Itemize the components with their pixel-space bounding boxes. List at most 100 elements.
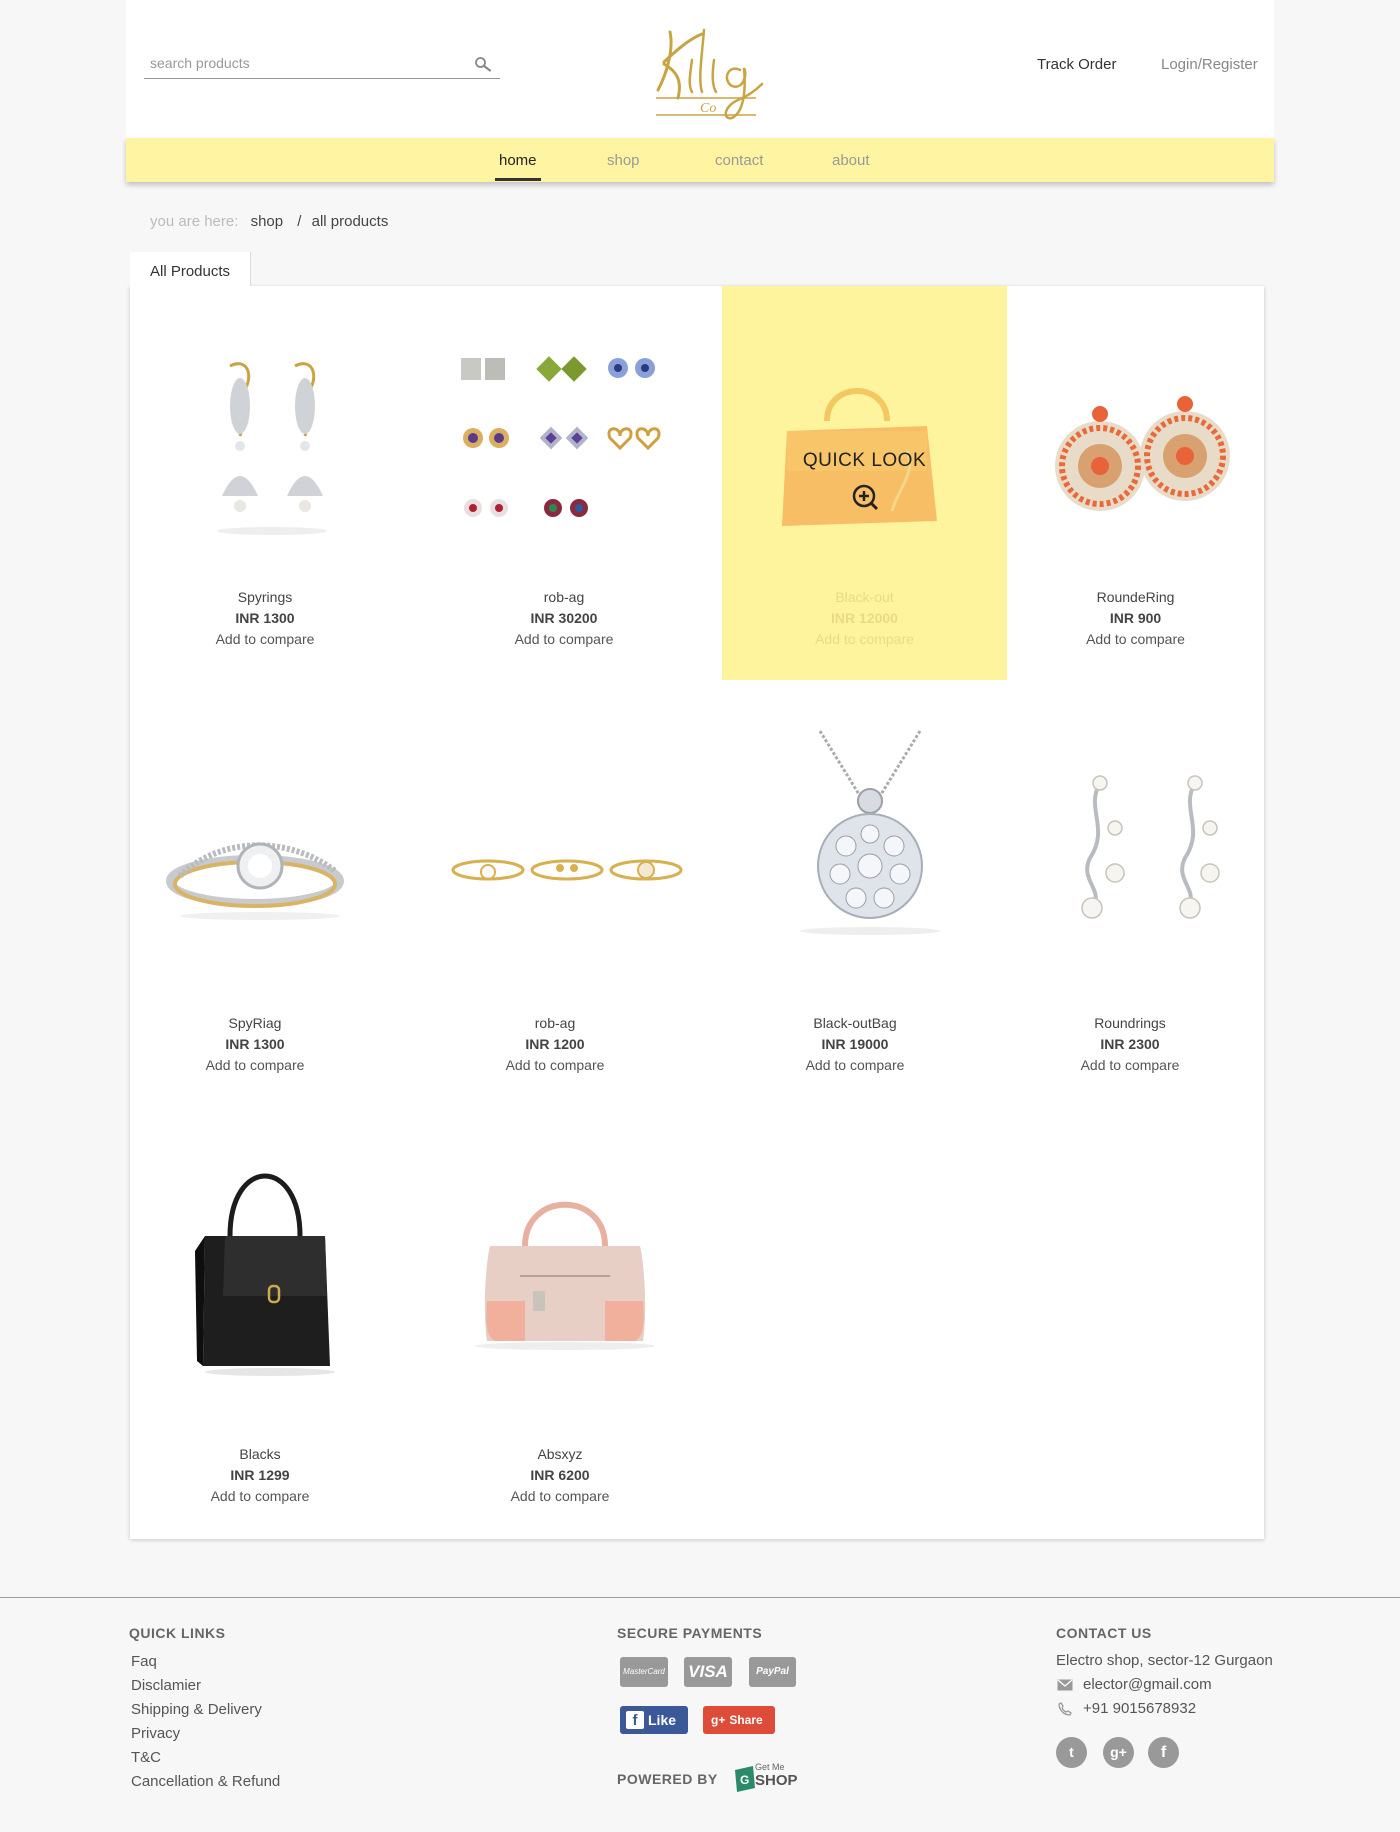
product-name[interactable]: Roundrings xyxy=(1005,1013,1255,1034)
product-price: INR 1300 xyxy=(235,610,295,626)
gold-bracelets-image[interactable] xyxy=(450,850,685,890)
product-price: INR 19000 xyxy=(821,1036,889,1052)
product-card[interactable]: rob-ag INR 30200 Add to compare xyxy=(430,286,698,680)
footer-link-disclaimer[interactable]: Disclamier xyxy=(131,1677,201,1694)
black-handbag-image[interactable] xyxy=(195,1146,345,1376)
secure-payments-heading: SECURE PAYMENTS xyxy=(617,1625,763,1641)
footer-link-privacy[interactable]: Privacy xyxy=(131,1725,180,1742)
paypal-icon: PayPal xyxy=(749,1657,796,1687)
add-to-compare-link[interactable]: Add to compare xyxy=(730,1055,980,1076)
product-info: Roundrings INR 2300 Add to compare xyxy=(1005,1013,1255,1076)
breadcrumb-prefix: you are here: xyxy=(150,213,239,230)
footer-link-tnc[interactable]: T&C xyxy=(131,1749,161,1766)
zoom-plus-icon[interactable] xyxy=(851,483,879,511)
phone-icon xyxy=(1058,1702,1072,1716)
add-to-compare-link[interactable]: Add to compare xyxy=(430,1055,680,1076)
footer-link-cancellation[interactable]: Cancellation & Refund xyxy=(131,1773,280,1790)
product-name[interactable]: Absxyz xyxy=(430,1444,690,1465)
product-price: INR 900 xyxy=(1109,610,1162,626)
breadcrumb-separator: / xyxy=(297,213,302,230)
product-name[interactable]: Black-out xyxy=(722,587,1007,608)
diamond-ring-image[interactable] xyxy=(160,816,360,926)
getmeshop-logo[interactable]: G Get Me SHOP xyxy=(731,1762,803,1794)
product-info: Blacks INR 1299 Add to compare xyxy=(130,1444,390,1507)
getmeshop-bag-icon: G xyxy=(735,1766,755,1792)
quick-look-label[interactable]: QUICK LOOK xyxy=(722,450,1007,472)
product-name[interactable]: Spyrings xyxy=(130,587,400,608)
product-card[interactable]: SpyRiag INR 1300 Add to compare xyxy=(130,726,380,1096)
product-card[interactable]: Blacks INR 1299 Add to compare xyxy=(130,1146,390,1516)
product-card-hovered[interactable]: QUICK LOOK Black-out INR 12000 Add to co… xyxy=(722,286,1007,680)
quick-links-heading: QUICK LINKS xyxy=(129,1625,226,1641)
breadcrumb-all-products[interactable]: all products xyxy=(312,213,389,230)
add-to-compare-link[interactable]: Add to compare xyxy=(130,1055,380,1076)
contact-us-heading: CONTACT US xyxy=(1056,1625,1152,1641)
product-info: RoundeRing INR 900 Add to compare xyxy=(1007,587,1264,650)
kilig-logo[interactable]: Co xyxy=(652,20,766,124)
login-register-link[interactable]: Login/Register xyxy=(1161,56,1258,73)
facebook-like-button[interactable]: f Like xyxy=(620,1706,688,1734)
footer-link-shipping[interactable]: Shipping & Delivery xyxy=(131,1701,262,1718)
google-plus-share-button[interactable]: g+ Share xyxy=(703,1706,775,1734)
nav-about[interactable]: about xyxy=(832,152,870,169)
facebook-icon: f xyxy=(626,1711,644,1729)
product-name[interactable]: Blacks xyxy=(130,1444,390,1465)
product-price: INR 6200 xyxy=(530,1467,590,1483)
add-to-compare-link[interactable]: Add to compare xyxy=(722,629,1007,650)
product-name[interactable]: SpyRiag xyxy=(130,1013,380,1034)
add-to-compare-link[interactable]: Add to compare xyxy=(430,1486,690,1507)
product-grid: Spyrings INR 1300 Add to compare rob-ag … xyxy=(130,286,1264,1539)
product-card[interactable]: RoundeRing INR 900 Add to compare xyxy=(1007,286,1264,680)
product-card[interactable]: Absxyz INR 6200 Add to compare xyxy=(430,1146,690,1516)
add-to-compare-link[interactable]: Add to compare xyxy=(1005,1055,1255,1076)
product-card[interactable]: rob-ag INR 1200 Add to compare xyxy=(430,726,683,1096)
contact-email[interactable]: elector@gmail.com xyxy=(1083,1676,1212,1693)
svg-text:G: G xyxy=(740,1773,749,1787)
pearl-earrings-image[interactable] xyxy=(1070,768,1230,928)
twitter-icon[interactable]: t xyxy=(1056,1737,1087,1768)
tab-all-products[interactable]: All Products xyxy=(130,252,251,286)
contact-phone[interactable]: +91 9015678932 xyxy=(1083,1700,1196,1717)
stud-earrings-set-image[interactable] xyxy=(455,348,680,523)
product-card[interactable]: Black-outBag INR 19000 Add to compare xyxy=(730,726,980,1096)
nav-contact[interactable]: contact xyxy=(715,152,763,169)
add-to-compare-link[interactable]: Add to compare xyxy=(130,1486,390,1507)
add-to-compare-link[interactable]: Add to compare xyxy=(430,629,698,650)
nav-shop[interactable]: shop xyxy=(607,152,640,169)
product-info: Spyrings INR 1300 Add to compare xyxy=(130,587,400,650)
getmeshop-logo-bottom: SHOP xyxy=(755,1772,798,1789)
footer-divider xyxy=(0,1597,1400,1598)
google-plus-icon: g+ xyxy=(711,1713,726,1727)
product-price: INR 2300 xyxy=(1100,1036,1160,1052)
product-name[interactable]: rob-ag xyxy=(430,587,698,608)
product-name[interactable]: RoundeRing xyxy=(1007,587,1264,608)
product-card[interactable]: Spyrings INR 1300 Add to compare xyxy=(130,286,400,680)
svg-text:Co: Co xyxy=(700,101,716,116)
product-name[interactable]: rob-ag xyxy=(430,1013,680,1034)
product-info: SpyRiag INR 1300 Add to compare xyxy=(130,1013,380,1076)
product-info: rob-ag INR 1200 Add to compare xyxy=(430,1013,680,1076)
visa-icon: VISA xyxy=(684,1657,732,1687)
nav-home[interactable]: home xyxy=(499,152,537,169)
pink-handbag-image[interactable] xyxy=(465,1186,665,1351)
product-info: rob-ag INR 30200 Add to compare xyxy=(430,587,698,650)
peacock-jhumka-earrings-image[interactable] xyxy=(200,346,330,546)
email-icon xyxy=(1057,1679,1073,1691)
orange-round-earrings-image[interactable] xyxy=(1045,386,1235,526)
diamond-pendant-image[interactable] xyxy=(790,726,950,946)
site-header: Co Track Order Login/Register xyxy=(126,0,1274,138)
facebook-icon[interactable]: f xyxy=(1148,1737,1179,1768)
product-name[interactable]: Black-outBag xyxy=(730,1013,980,1034)
search-input[interactable] xyxy=(144,50,454,76)
like-label: Like xyxy=(648,1712,677,1728)
mastercard-icon: MasterCard xyxy=(620,1657,668,1687)
add-to-compare-link[interactable]: Add to compare xyxy=(130,629,400,650)
product-price: INR 1299 xyxy=(230,1467,290,1483)
track-order-link[interactable]: Track Order xyxy=(1037,56,1116,73)
breadcrumb-shop[interactable]: shop xyxy=(251,213,284,230)
google-plus-icon[interactable]: g+ xyxy=(1103,1737,1134,1768)
product-card[interactable]: Roundrings INR 2300 Add to compare xyxy=(1005,726,1255,1096)
add-to-compare-link[interactable]: Add to compare xyxy=(1007,629,1264,650)
search-icon[interactable] xyxy=(474,56,492,72)
footer-link-faq[interactable]: Faq xyxy=(131,1653,157,1670)
